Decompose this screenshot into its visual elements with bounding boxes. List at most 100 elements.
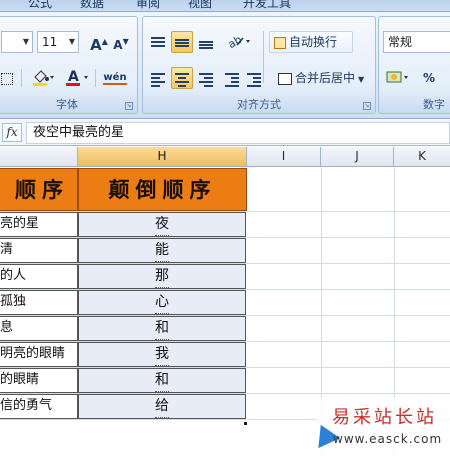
align-left-button[interactable] bbox=[147, 67, 169, 89]
align-bottom-button[interactable] bbox=[195, 31, 217, 53]
decrease-indent-button[interactable] bbox=[221, 67, 243, 89]
chevron-down-icon: ▼ bbox=[358, 75, 365, 84]
ribbon: ▼ 11 ▼ A▲ A▼ A wén 字体 ↘ ab 自动换行 合并后居中 ▼ … bbox=[0, 12, 450, 119]
phonetic-guide-button[interactable]: wén bbox=[99, 67, 131, 89]
number-group-label: 数字 bbox=[423, 98, 445, 111]
cell-g6[interactable]: 明亮的眼睛 bbox=[0, 342, 76, 366]
chevron-down-icon: ▼ bbox=[68, 37, 75, 46]
svg-text:ab: ab bbox=[226, 33, 244, 50]
orientation-button[interactable]: ab bbox=[223, 31, 255, 53]
dialog-launcher-icon[interactable]: ↘ bbox=[363, 102, 371, 110]
merge-cells-icon bbox=[278, 72, 292, 85]
phonetic-icon: wén bbox=[103, 72, 127, 85]
font-color-button[interactable]: A bbox=[61, 67, 93, 89]
grow-font-button[interactable]: A▲ bbox=[89, 31, 109, 54]
alignment-group-label: 对齐方式 bbox=[237, 98, 281, 111]
dialog-launcher-icon[interactable]: ↘ bbox=[125, 102, 133, 110]
formula-bar: fx 夜空中最亮的星 bbox=[0, 120, 450, 146]
wrap-text-button[interactable]: 自动换行 bbox=[269, 31, 353, 53]
watermark-url: www.easck.com bbox=[333, 432, 443, 446]
font-size-value: 11 bbox=[42, 35, 58, 49]
currency-icon bbox=[386, 71, 408, 83]
ribbon-tab-bar: 公式 数据 审阅 视图 开发工具 bbox=[0, 0, 450, 12]
font-name-dropdown[interactable]: ▼ bbox=[1, 31, 33, 53]
fill-handle[interactable] bbox=[243, 421, 248, 426]
number-format-value: 常规 bbox=[388, 35, 413, 49]
cell-h4[interactable]: 心 bbox=[78, 290, 246, 315]
cell-g1[interactable]: 亮的星 bbox=[0, 212, 76, 236]
column-header-g[interactable] bbox=[0, 147, 78, 167]
align-top-icon bbox=[151, 36, 165, 49]
grow-font-label: A bbox=[90, 36, 102, 54]
align-center-button[interactable] bbox=[171, 67, 193, 89]
cell-g8[interactable]: 信的勇气 bbox=[0, 394, 76, 418]
cell-h8[interactable]: 给 bbox=[78, 394, 246, 419]
align-top-button[interactable] bbox=[147, 31, 169, 53]
separator bbox=[95, 69, 96, 87]
cell-g7[interactable]: 的眼睛 bbox=[0, 368, 76, 392]
tab-data[interactable]: 数据 bbox=[80, 0, 104, 11]
separator bbox=[21, 69, 22, 87]
paint-bucket-icon bbox=[33, 70, 54, 86]
cell-g3[interactable]: 的人 bbox=[0, 264, 76, 288]
cell-h3[interactable]: 那 bbox=[78, 264, 246, 289]
cell-h1[interactable]: 夜 bbox=[78, 212, 246, 237]
cell-h5-text: 和 bbox=[155, 317, 169, 340]
cell-h7[interactable]: 和 bbox=[78, 368, 246, 393]
shrink-font-label: A bbox=[113, 38, 123, 52]
percent-icon: % bbox=[422, 71, 436, 85]
align-left-icon bbox=[151, 72, 165, 87]
align-right-button[interactable] bbox=[195, 67, 217, 89]
wrap-text-icon bbox=[274, 36, 286, 49]
align-middle-button[interactable] bbox=[171, 31, 193, 53]
align-middle-icon bbox=[175, 37, 189, 49]
align-center-icon bbox=[175, 72, 189, 87]
svg-text:A: A bbox=[68, 69, 79, 85]
cell-g5[interactable]: 息 bbox=[0, 316, 76, 340]
cell-h6[interactable]: 我 bbox=[78, 342, 246, 367]
increase-indent-icon bbox=[247, 72, 261, 87]
align-bottom-icon bbox=[199, 37, 213, 49]
number-format-dropdown[interactable]: 常规 bbox=[383, 31, 450, 53]
cell-g2[interactable]: 清 bbox=[0, 238, 76, 262]
tab-formulas[interactable]: 公式 bbox=[28, 0, 52, 11]
font-group-label: 字体 bbox=[56, 98, 78, 111]
decrease-indent-icon bbox=[225, 72, 239, 87]
tab-review[interactable]: 审阅 bbox=[136, 0, 160, 11]
tab-developer[interactable]: 开发工具 bbox=[243, 0, 291, 11]
insert-function-button[interactable]: fx bbox=[2, 123, 22, 142]
font-group: ▼ 11 ▼ A▲ A▼ A wén 字体 ↘ bbox=[0, 16, 138, 114]
header-cell-order[interactable]: 顺序 bbox=[0, 168, 78, 211]
fill-color-button[interactable] bbox=[27, 67, 59, 89]
borders-button[interactable] bbox=[0, 67, 17, 89]
cell-h1-text: 夜 bbox=[155, 213, 169, 236]
percent-style-button[interactable]: % bbox=[419, 67, 439, 89]
accounting-format-button[interactable] bbox=[383, 67, 413, 89]
alignment-group: ab 自动换行 合并后居中 ▼ 对齐方式 ↘ bbox=[142, 16, 376, 114]
column-header-i[interactable]: I bbox=[247, 147, 321, 167]
caret-down-icon: ▼ bbox=[122, 37, 129, 46]
column-header-h[interactable]: H bbox=[78, 147, 247, 167]
tab-view[interactable]: 视图 bbox=[188, 0, 212, 11]
cell-h7-text: 和 bbox=[155, 369, 169, 392]
column-header-k[interactable]: K bbox=[394, 147, 450, 167]
cell-h2[interactable]: 能 bbox=[78, 238, 246, 263]
merge-center-button[interactable]: 合并后居中 ▼ bbox=[273, 67, 373, 89]
font-color-icon: A bbox=[66, 69, 88, 86]
increase-indent-button[interactable] bbox=[243, 67, 265, 89]
text-orientation-icon: ab bbox=[226, 33, 250, 51]
wrap-text-label: 自动换行 bbox=[289, 35, 338, 49]
cell-h6-text: 我 bbox=[155, 343, 169, 366]
cell-h8-text: 给 bbox=[155, 395, 169, 418]
chevron-down-icon: ▼ bbox=[22, 37, 29, 46]
merge-center-label: 合并后居中 bbox=[295, 71, 356, 85]
column-header-j[interactable]: J bbox=[321, 147, 394, 167]
font-size-dropdown[interactable]: 11 ▼ bbox=[37, 31, 79, 53]
align-right-icon bbox=[199, 72, 213, 87]
cell-g4[interactable]: 孤独 bbox=[0, 290, 76, 314]
shrink-font-button[interactable]: A▼ bbox=[111, 31, 131, 53]
cell-h5[interactable]: 和 bbox=[78, 316, 246, 341]
header-cell-reversed-order[interactable]: 颠倒顺序 bbox=[78, 168, 247, 211]
formula-input[interactable]: 夜空中最亮的星 bbox=[26, 122, 450, 144]
cell-h3-text: 那 bbox=[155, 265, 169, 288]
